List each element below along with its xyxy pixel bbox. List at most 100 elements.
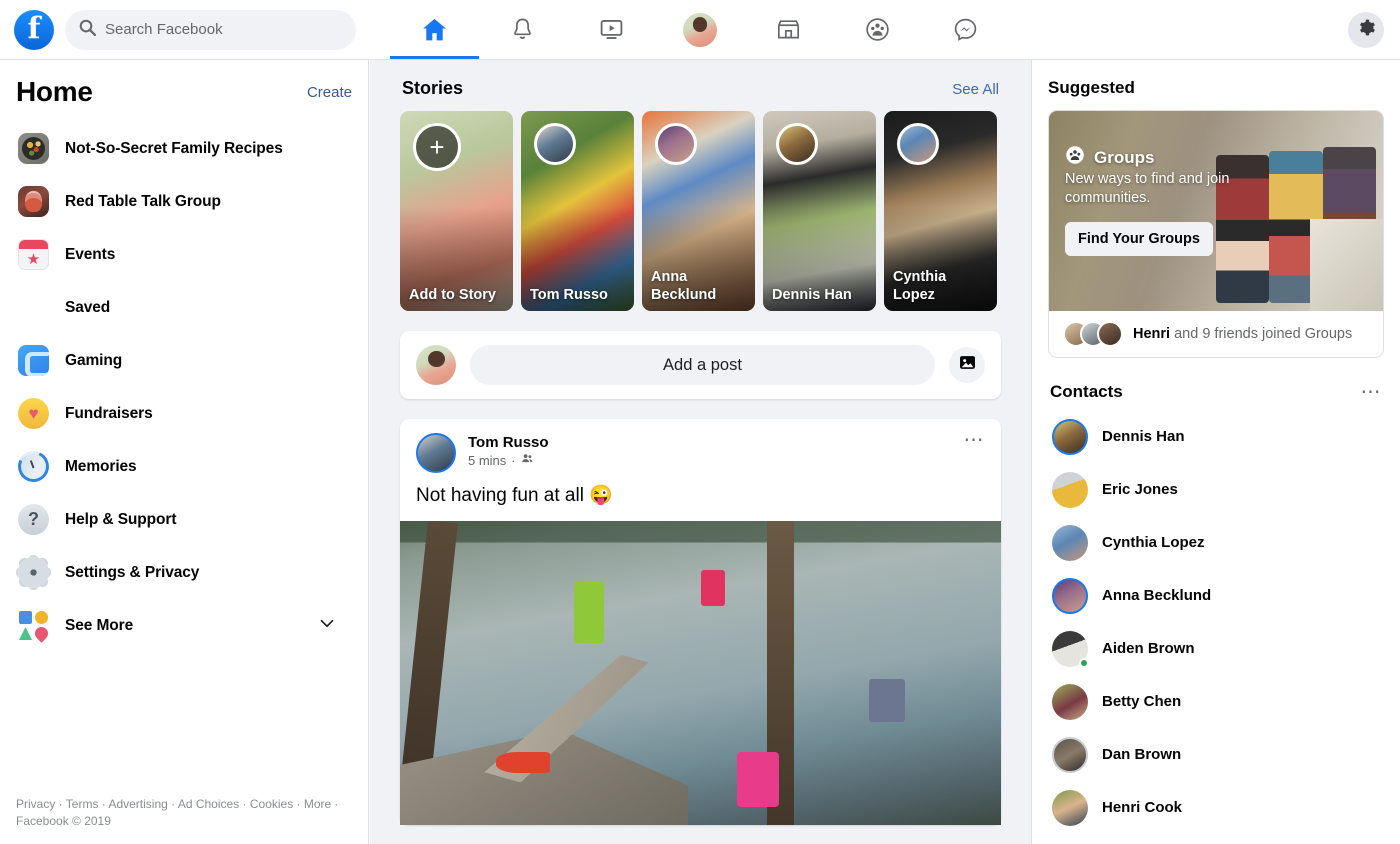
main-nav-tabs xyxy=(390,0,1010,59)
friends-icon xyxy=(521,452,534,470)
suggested-card-overlay: Groups New ways to find and join communi… xyxy=(1065,145,1240,256)
contact-list-item[interactable]: Cynthia Lopez xyxy=(1048,516,1384,569)
search-input[interactable]: Search Facebook xyxy=(65,9,356,50)
nav-tab-watch[interactable] xyxy=(567,0,656,59)
contact-list-item[interactable]: Henri Cook xyxy=(1048,781,1384,834)
avatar xyxy=(1052,630,1089,668)
sidebar-item-label: Gaming xyxy=(65,351,123,369)
shop-icon xyxy=(775,16,802,43)
nav-tab-groups[interactable] xyxy=(833,0,922,59)
sidebar-item-settings-privacy[interactable]: Settings & Privacy xyxy=(16,546,352,599)
top-navigation-bar: Search Facebook xyxy=(0,0,1400,60)
fundraisers-icon xyxy=(18,398,49,429)
story-card[interactable]: Anna Becklund xyxy=(642,111,755,311)
contact-name: Aiden Brown xyxy=(1102,640,1195,657)
sidebar-item-label: Fundraisers xyxy=(65,404,153,422)
meta-separator: · xyxy=(511,453,516,468)
story-label: Tom Russo xyxy=(530,287,608,303)
post-menu-button[interactable]: ⋯ xyxy=(964,430,986,450)
group-photo-icon xyxy=(18,186,49,217)
contact-list-item[interactable]: Anna Becklund xyxy=(1048,569,1384,622)
sidebar-item-saved[interactable]: Saved xyxy=(16,281,352,334)
story-label: Cynthia Lopez xyxy=(893,269,947,303)
avatar[interactable] xyxy=(416,433,456,473)
facebook-logo-icon[interactable] xyxy=(14,9,54,50)
memories-icon xyxy=(13,446,54,487)
settings-button[interactable] xyxy=(1348,12,1384,48)
plus-icon[interactable]: + xyxy=(413,123,461,171)
post-composer: Add a post xyxy=(400,331,1001,399)
online-status-indicator xyxy=(1079,657,1089,668)
right-sidebar: Suggested Groups New ways to find and jo… xyxy=(1031,60,1400,844)
post-meta: Tom Russo 5 mins · xyxy=(468,433,549,470)
create-link[interactable]: Create xyxy=(307,84,352,101)
story-card[interactable]: Dennis Han xyxy=(763,111,876,311)
sidebar-item-label: Not-So-Secret Family Recipes xyxy=(65,139,283,157)
post-image[interactable] xyxy=(400,521,1001,825)
contact-name: Dennis Han xyxy=(1102,428,1185,445)
add-photo-button[interactable] xyxy=(949,347,985,383)
home-icon xyxy=(420,15,449,44)
contacts-menu-button[interactable]: ⋯ xyxy=(1361,382,1383,402)
footer-highlight-name: Henri xyxy=(1133,326,1171,342)
sidebar-item-help-support[interactable]: Help & Support xyxy=(16,493,352,546)
topbar-left: Search Facebook xyxy=(0,9,356,50)
stories-see-all-link[interactable]: See All xyxy=(952,81,999,98)
contact-list-item[interactable]: Aiden Brown xyxy=(1048,622,1384,675)
nav-tab-notifications[interactable] xyxy=(479,0,568,59)
post-timestamp: 5 mins xyxy=(468,453,507,468)
sidebar-item-fundraisers[interactable]: Fundraisers xyxy=(16,387,352,440)
page-title: Home xyxy=(16,76,93,107)
contact-name: Eric Jones xyxy=(1102,481,1178,498)
avatar xyxy=(1052,471,1088,508)
story-label: Anna Becklund xyxy=(651,269,717,303)
nav-tab-home[interactable] xyxy=(390,0,479,59)
nav-tab-messenger[interactable] xyxy=(921,0,1010,59)
suggested-title: Suggested xyxy=(1048,78,1135,97)
avatar xyxy=(1052,736,1088,773)
suggested-groups-card: Groups New ways to find and join communi… xyxy=(1048,110,1384,358)
sidebar-item-family-recipes[interactable]: Not-So-Secret Family Recipes xyxy=(16,122,352,175)
avatar xyxy=(683,12,718,47)
contacts-header: Contacts ⋯ xyxy=(1048,358,1384,410)
nav-tab-marketplace[interactable] xyxy=(744,0,833,59)
news-feed-column: Stories See All + Add to Story Tom Russo… xyxy=(370,60,1031,844)
avatar xyxy=(1052,577,1088,614)
group-photo-icon xyxy=(18,133,49,164)
suggested-card-footer-text: Henri and 9 friends joined Groups xyxy=(1133,326,1352,342)
stories-header: Stories See All xyxy=(400,78,1001,111)
contact-list-item[interactable]: Dennis Han xyxy=(1048,410,1384,463)
sidebar-item-gaming[interactable]: Gaming xyxy=(16,334,352,387)
post-author-name[interactable]: Tom Russo xyxy=(468,433,549,452)
avatar xyxy=(1052,683,1088,720)
left-sidebar: Home Create Not-So-Secret Family Recipes… xyxy=(0,60,369,844)
contact-list-item[interactable]: Dan Brown xyxy=(1048,728,1384,781)
sidebar-footer-links[interactable]: Privacy · Terms · Advertising · Ad Choic… xyxy=(16,796,346,830)
sidebar-item-label: Help & Support xyxy=(65,510,177,528)
story-card[interactable]: Cynthia Lopez xyxy=(884,111,997,311)
photo-icon xyxy=(958,353,977,377)
story-card-add-to-story[interactable]: + Add to Story xyxy=(400,111,513,311)
gear-icon xyxy=(1357,18,1376,42)
add-post-input[interactable]: Add a post xyxy=(470,345,935,385)
sidebar-item-see-more[interactable]: See More xyxy=(16,599,352,652)
sidebar-item-label: See More xyxy=(65,616,134,634)
post-text: Not having fun at all 😜 xyxy=(416,485,613,506)
story-card[interactable]: Tom Russo xyxy=(521,111,634,311)
contact-list-item[interactable]: Eric Jones xyxy=(1048,463,1384,516)
chevron-down-icon xyxy=(316,612,338,639)
facepile xyxy=(1063,321,1123,347)
contact-list-item[interactable]: Betty Chen xyxy=(1048,675,1384,728)
sidebar-item-events[interactable]: Events xyxy=(16,228,352,281)
sidebar-item-label: Memories xyxy=(65,457,137,475)
avatar xyxy=(776,123,818,165)
groups-icon xyxy=(1065,145,1085,170)
sidebar-item-red-table-talk[interactable]: Red Table Talk Group xyxy=(16,175,352,228)
contact-name: Dan Brown xyxy=(1102,746,1182,763)
footer-rest-text: and 9 friends joined Groups xyxy=(1170,326,1353,342)
post-header: Tom Russo 5 mins · ⋯ xyxy=(400,419,1001,483)
suggested-card-image[interactable]: Groups New ways to find and join communi… xyxy=(1049,111,1383,311)
nav-tab-profile[interactable] xyxy=(656,0,745,59)
find-your-groups-button[interactable]: Find Your Groups xyxy=(1065,222,1213,256)
sidebar-item-memories[interactable]: Memories xyxy=(13,440,352,493)
